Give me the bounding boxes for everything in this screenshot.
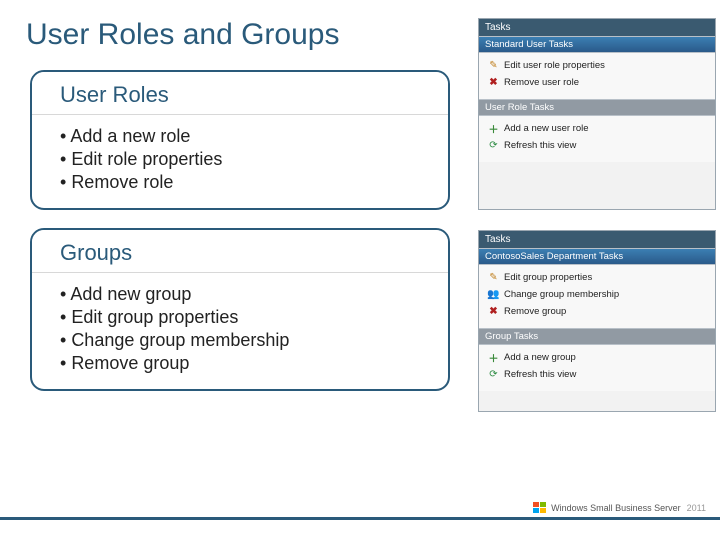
task-label: Refresh this view xyxy=(504,140,576,151)
task-label: Add a new group xyxy=(504,352,576,363)
list-item: Remove group xyxy=(60,352,432,375)
task-remove-user-role[interactable]: ✖ Remove user role xyxy=(483,74,711,91)
panel-body: ＋ Add a new group ⟳ Refresh this view xyxy=(479,345,715,391)
panel-subtitle: Standard User Tasks xyxy=(479,36,715,53)
panel-body: ✎ Edit user role properties ✖ Remove use… xyxy=(479,53,715,99)
task-label: Add a new user role xyxy=(504,123,589,134)
section-user-roles: User Roles Add a new role Edit role prop… xyxy=(30,70,450,210)
list-item: Remove role xyxy=(60,171,432,194)
product-name: Windows Small Business Server xyxy=(551,503,681,513)
footer-divider xyxy=(0,517,720,520)
task-edit-user-role[interactable]: ✎ Edit user role properties xyxy=(483,57,711,74)
panel-body: ✎ Edit group properties 👥 Change group m… xyxy=(479,265,715,328)
panel-subtitle: Group Tasks xyxy=(479,328,715,345)
section-list: Add a new role Edit role properties Remo… xyxy=(32,115,448,208)
refresh-icon: ⟳ xyxy=(487,139,500,152)
task-add-group[interactable]: ＋ Add a new group xyxy=(483,349,711,366)
panel-subtitle: User Role Tasks xyxy=(479,99,715,116)
product-year: 2011 xyxy=(687,503,706,513)
group-icon: 👥 xyxy=(487,288,500,301)
task-edit-group[interactable]: ✎ Edit group properties xyxy=(483,269,711,286)
section-header: Groups xyxy=(32,230,448,273)
task-label: Edit user role properties xyxy=(504,60,605,71)
task-label: Remove user role xyxy=(504,77,579,88)
list-item: Edit role properties xyxy=(60,148,432,171)
task-label: Edit group properties xyxy=(504,272,592,283)
list-item: Add new group xyxy=(60,283,432,306)
edit-icon: ✎ xyxy=(487,59,500,72)
task-label: Refresh this view xyxy=(504,369,576,380)
list-item: Edit group properties xyxy=(60,306,432,329)
content-area: User Roles Add a new role Edit role prop… xyxy=(30,70,450,409)
section-list: Add new group Edit group properties Chan… xyxy=(32,273,448,389)
list-item: Add a new role xyxy=(60,125,432,148)
add-icon: ＋ xyxy=(487,351,500,364)
edit-icon: ✎ xyxy=(487,271,500,284)
section-groups: Groups Add new group Edit group properti… xyxy=(30,228,450,391)
section-header: User Roles xyxy=(32,72,448,115)
delete-icon: ✖ xyxy=(487,305,500,318)
task-label: Remove group xyxy=(504,306,566,317)
tasks-panel-roles: Tasks Standard User Tasks ✎ Edit user ro… xyxy=(478,18,716,210)
footer-logo: Windows Small Business Server 2011 xyxy=(533,502,706,514)
task-add-user-role[interactable]: ＋ Add a new user role xyxy=(483,120,711,137)
task-refresh-view[interactable]: ⟳ Refresh this view xyxy=(483,366,711,383)
task-remove-group[interactable]: ✖ Remove group xyxy=(483,303,711,320)
task-change-membership[interactable]: 👥 Change group membership xyxy=(483,286,711,303)
panel-subtitle: ContosoSales Department Tasks xyxy=(479,248,715,265)
panel-title: Tasks xyxy=(479,231,715,248)
task-refresh-view[interactable]: ⟳ Refresh this view xyxy=(483,137,711,154)
add-icon: ＋ xyxy=(487,122,500,135)
task-label: Change group membership xyxy=(504,289,619,300)
panel-body: ＋ Add a new user role ⟳ Refresh this vie… xyxy=(479,116,715,162)
refresh-icon: ⟳ xyxy=(487,368,500,381)
delete-icon: ✖ xyxy=(487,76,500,89)
panel-title: Tasks xyxy=(479,19,715,36)
windows-icon xyxy=(533,502,547,514)
list-item: Change group membership xyxy=(60,329,432,352)
tasks-panel-groups: Tasks ContosoSales Department Tasks ✎ Ed… xyxy=(478,230,716,412)
